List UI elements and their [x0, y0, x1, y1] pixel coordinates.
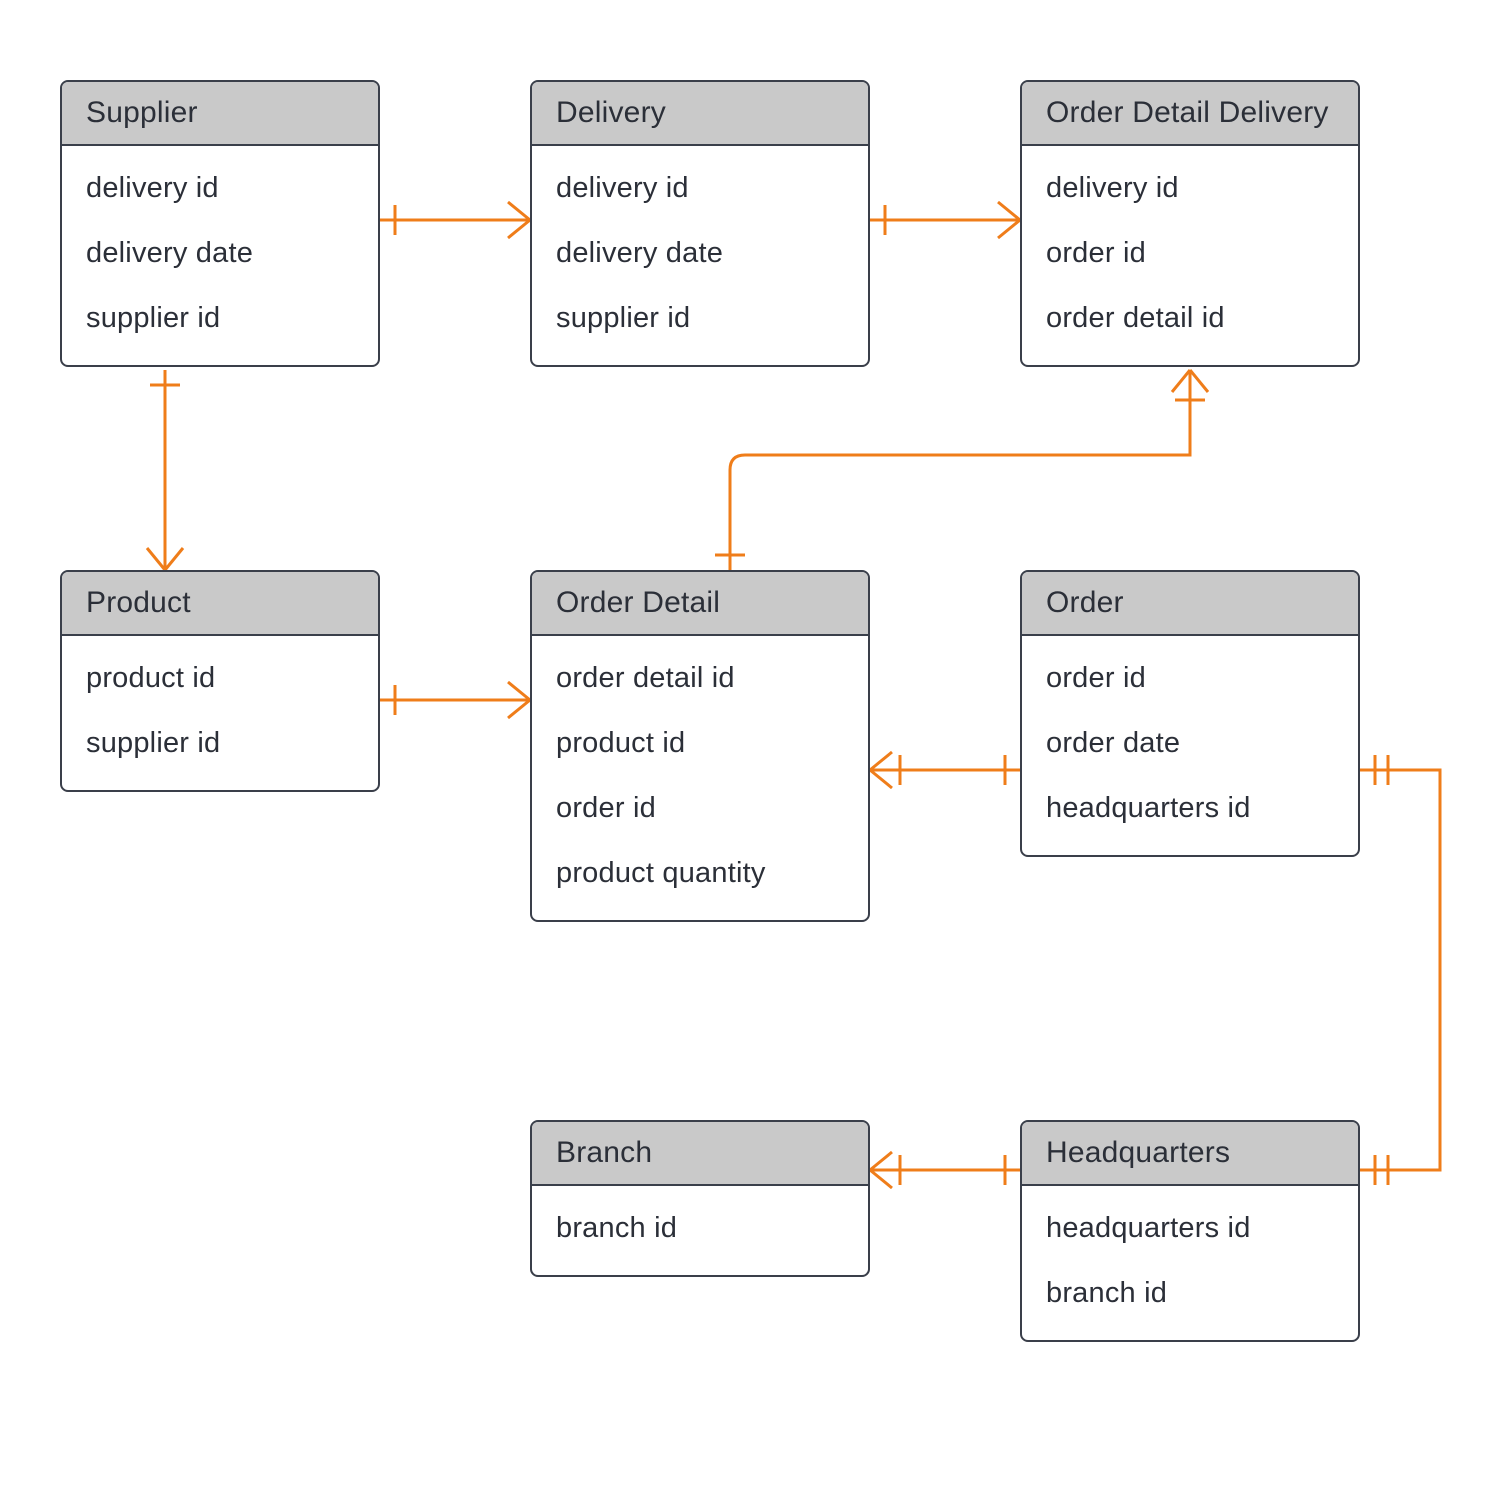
entity-attr: delivery date — [62, 221, 378, 286]
entity-title: Order Detail — [532, 572, 868, 636]
rel-product-orderdetail — [380, 682, 530, 718]
entity-attrs: product id supplier id — [62, 636, 378, 790]
entity-title: Headquarters — [1022, 1122, 1358, 1186]
entity-attr: order detail id — [532, 646, 868, 711]
rel-branch-hq — [870, 1152, 1020, 1188]
entity-attr: branch id — [1022, 1261, 1358, 1326]
entity-attr: order id — [1022, 221, 1358, 286]
entity-attrs: order id order date headquarters id — [1022, 636, 1358, 855]
entity-branch: Branch branch id — [530, 1120, 870, 1277]
entity-attrs: delivery id delivery date supplier id — [532, 146, 868, 365]
rel-delivery-odd — [870, 202, 1020, 238]
entity-attr: delivery id — [62, 156, 378, 221]
entity-attr: order detail id — [1022, 286, 1358, 351]
entity-delivery: Delivery delivery id delivery date suppl… — [530, 80, 870, 367]
entity-headquarters: Headquarters headquarters id branch id — [1020, 1120, 1360, 1342]
entity-attr: supplier id — [532, 286, 868, 351]
entity-attr: supplier id — [62, 286, 378, 351]
entity-attrs: order detail id product id order id prod… — [532, 636, 868, 920]
rel-order-hq — [1360, 755, 1440, 1185]
entity-attr: product id — [532, 711, 868, 776]
entity-attr: product id — [62, 646, 378, 711]
entity-attr: order date — [1022, 711, 1358, 776]
entity-product: Product product id supplier id — [60, 570, 380, 792]
entity-title: Branch — [532, 1122, 868, 1186]
entity-order-detail: Order Detail order detail id product id … — [530, 570, 870, 922]
entity-title: Order Detail Delivery — [1022, 82, 1358, 146]
entity-order: Order order id order date headquarters i… — [1020, 570, 1360, 857]
rel-supplier-product — [147, 370, 183, 570]
rel-supplier-delivery — [380, 202, 530, 238]
entity-attrs: delivery id order id order detail id — [1022, 146, 1358, 365]
entity-title: Product — [62, 572, 378, 636]
entity-odd: Order Detail Delivery delivery id order … — [1020, 80, 1360, 367]
entity-attrs: branch id — [532, 1186, 868, 1275]
rel-orderdetail-odd — [715, 370, 1208, 570]
entity-attr: supplier id — [62, 711, 378, 776]
entity-attr: delivery id — [1022, 156, 1358, 221]
entity-attr: branch id — [532, 1196, 868, 1261]
rel-orderdetail-order — [870, 752, 1020, 788]
entity-attrs: headquarters id branch id — [1022, 1186, 1358, 1340]
entity-title: Supplier — [62, 82, 378, 146]
entity-attr: delivery id — [532, 156, 868, 221]
entity-title: Order — [1022, 572, 1358, 636]
entity-attr: headquarters id — [1022, 776, 1358, 841]
entity-attr: product quantity — [532, 841, 868, 906]
entity-attr: order id — [532, 776, 868, 841]
entity-supplier: Supplier delivery id delivery date suppl… — [60, 80, 380, 367]
entity-attr: order id — [1022, 646, 1358, 711]
entity-title: Delivery — [532, 82, 868, 146]
entity-attrs: delivery id delivery date supplier id — [62, 146, 378, 365]
entity-attr: headquarters id — [1022, 1196, 1358, 1261]
entity-attr: delivery date — [532, 221, 868, 286]
